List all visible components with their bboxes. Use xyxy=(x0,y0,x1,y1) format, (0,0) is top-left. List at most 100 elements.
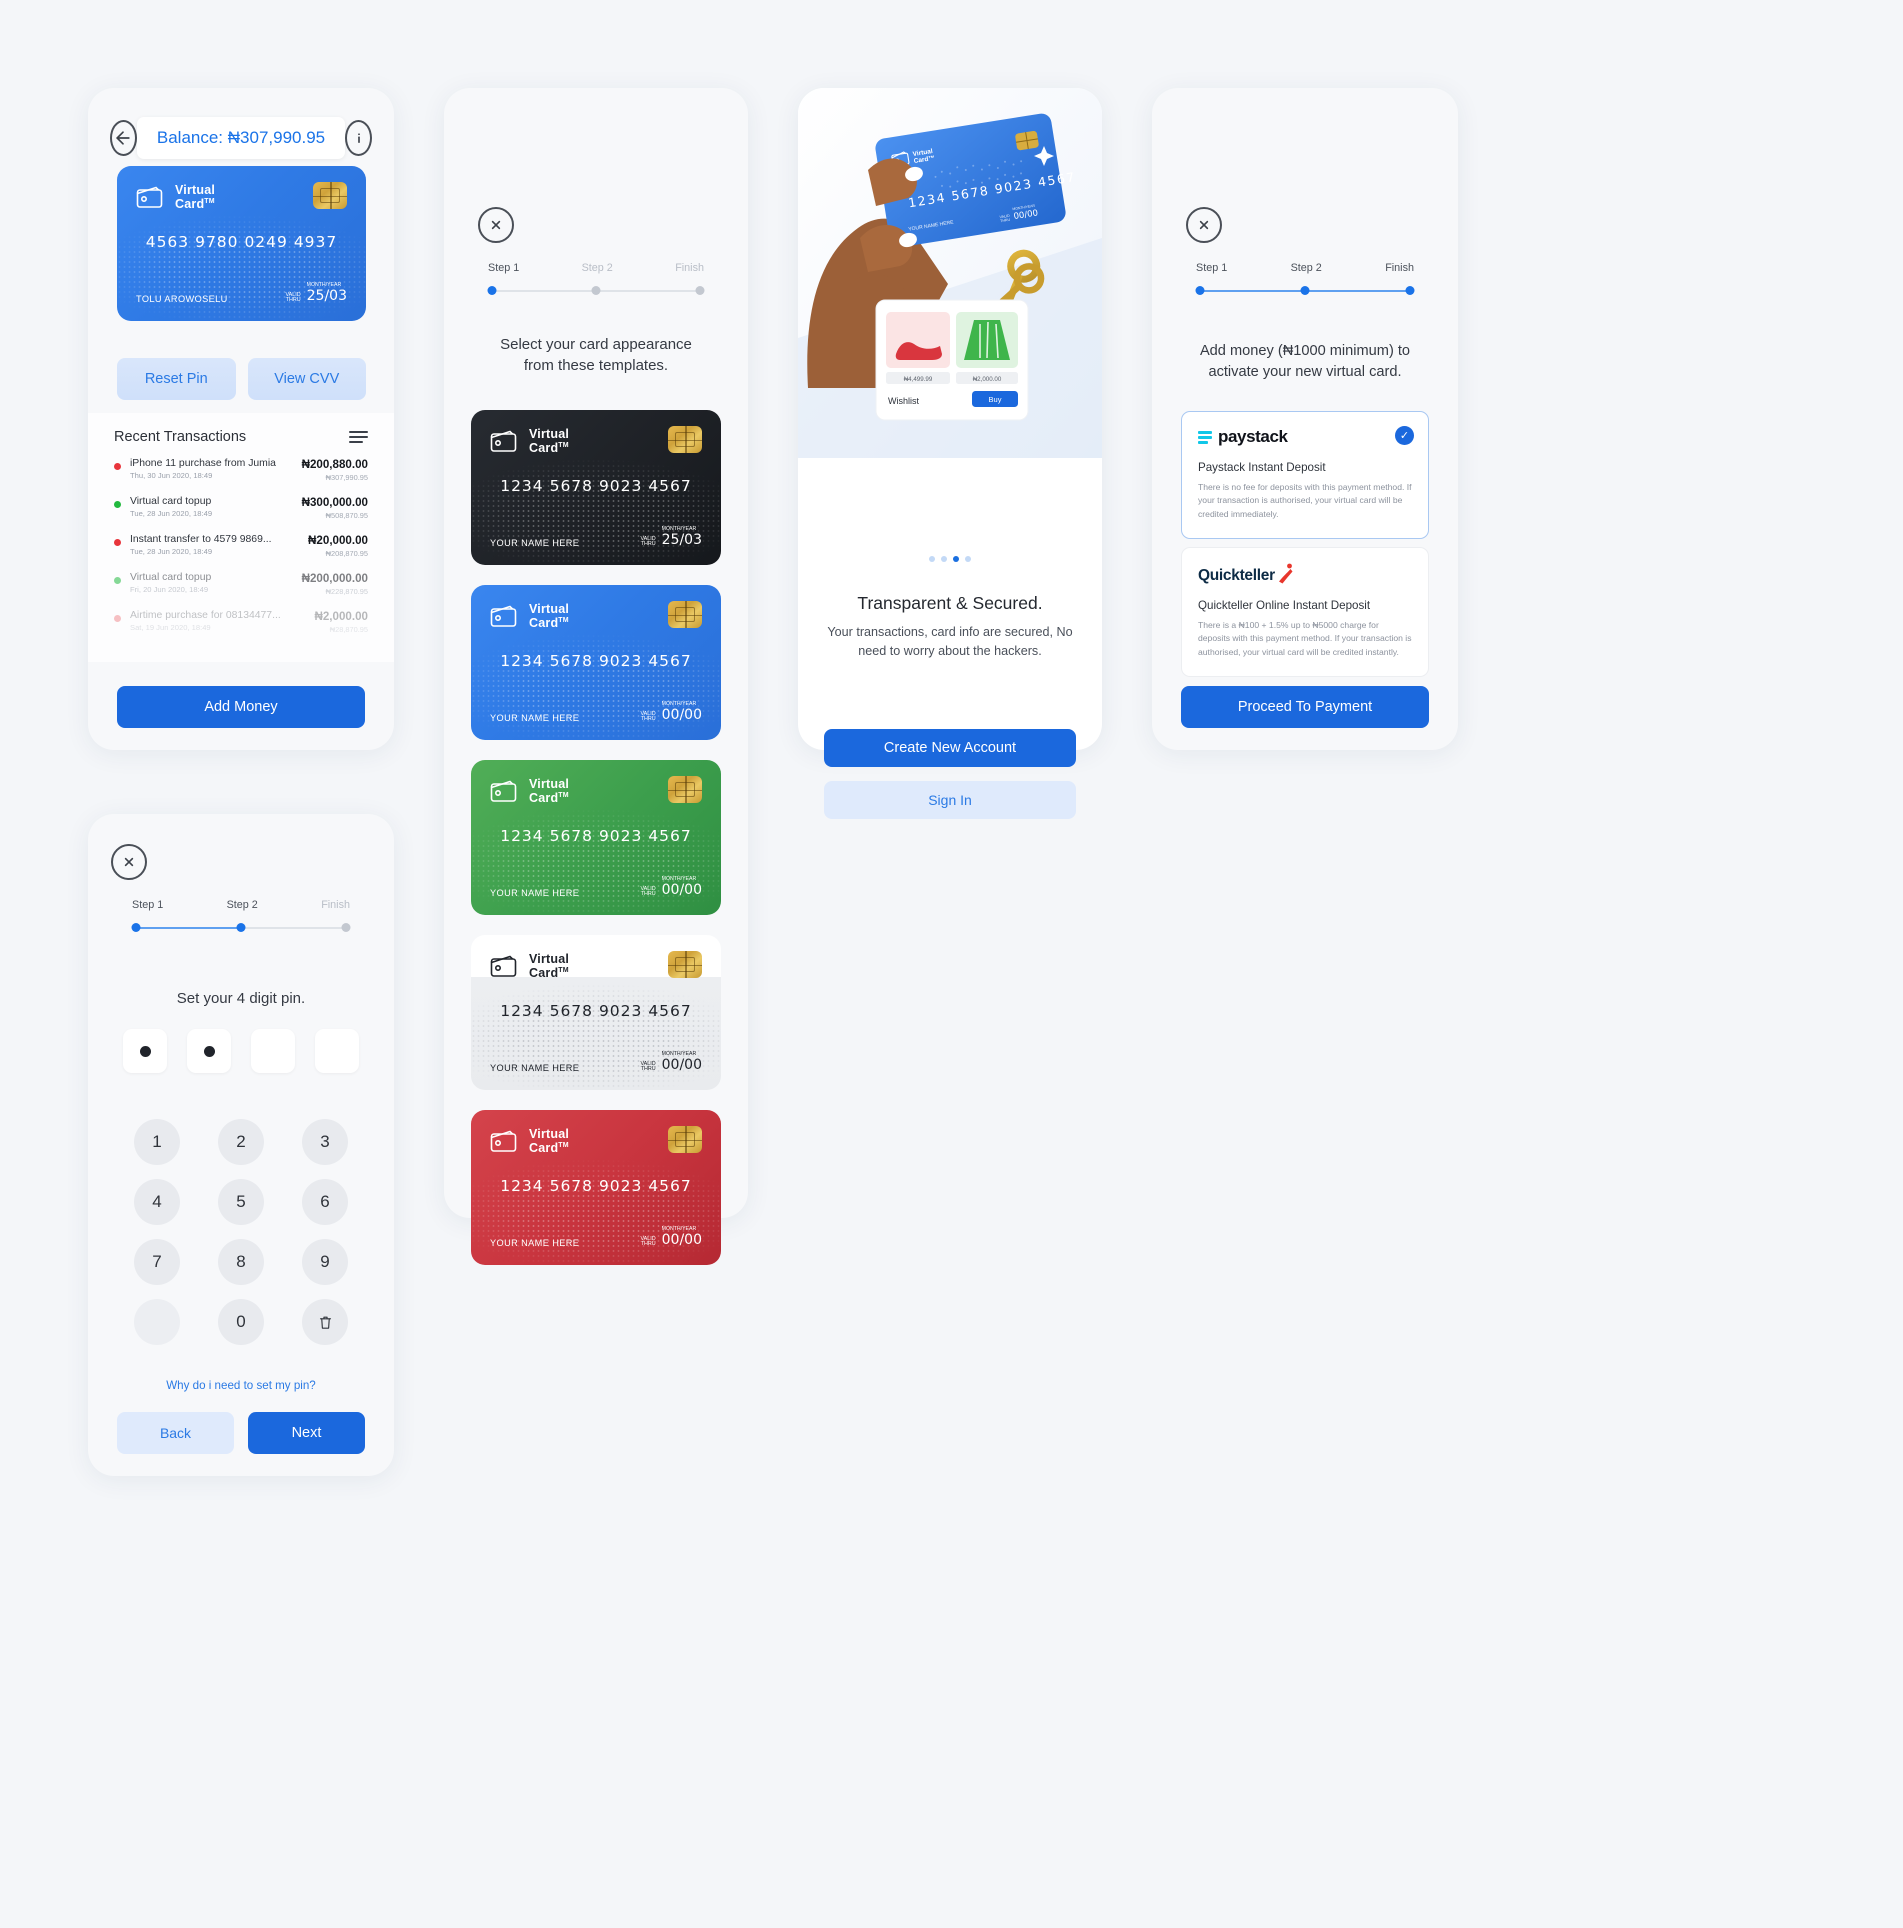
carousel-dot[interactable] xyxy=(941,556,947,562)
card-bottom-row: YOUR NAME HERE VALID THRU MONTH/YEAR 00/00 xyxy=(490,1226,702,1248)
card-template-green[interactable]: Virtual CardTM 1234 5678 9023 4567 YOUR NAM… xyxy=(471,760,721,915)
card-chip-icon xyxy=(668,951,702,978)
transaction-row[interactable]: iPhone 11 purchase from Jumia Thu, 30 Jun… xyxy=(114,458,368,482)
proceed-to-payment-button[interactable]: Proceed To Payment xyxy=(1181,686,1429,728)
keypad-delete-button[interactable] xyxy=(302,1299,348,1345)
filter-icon[interactable] xyxy=(349,431,368,443)
payment-prompt-line1: Add money (₦1000 minimum) to xyxy=(1199,343,1411,359)
keypad-key-5[interactable]: 5 xyxy=(218,1179,264,1225)
keypad-key-2[interactable]: 2 xyxy=(218,1119,264,1165)
keypad-key-9[interactable]: 9 xyxy=(302,1239,348,1285)
view-cvv-button[interactable]: View CVV xyxy=(247,358,366,400)
pin-filled-dot xyxy=(139,1045,151,1057)
carousel-dots[interactable] xyxy=(798,556,1102,562)
card-holder-name: YOUR NAME HERE xyxy=(490,713,580,723)
stepper-node-3[interactable] xyxy=(1405,286,1415,295)
stepper-node-2[interactable] xyxy=(591,286,601,295)
virtual-card[interactable]: Virtual CardTM 4563 9780 0249 4937 TOLU … xyxy=(117,166,366,321)
stepper-node-1[interactable] xyxy=(1195,286,1205,295)
stepper-node-3[interactable] xyxy=(341,923,351,932)
transaction-row[interactable]: Virtual card topup Tue, 28 Jun 2020, 18:4… xyxy=(114,496,368,520)
pin-digit-box[interactable] xyxy=(123,1029,167,1073)
transaction-date: Sat, 19 Jun 2020, 18:49 xyxy=(130,623,211,632)
keypad-key-4[interactable]: 4 xyxy=(134,1179,180,1225)
stepper-node-3[interactable] xyxy=(695,286,705,295)
stepper-labels: Step 1 Step 2 Finish xyxy=(88,899,394,911)
svg-text:Wishlist: Wishlist xyxy=(888,396,919,406)
carousel-dot[interactable] xyxy=(965,556,971,562)
payment-option-paystack[interactable]: ✓ paystack Paystack Instant Deposit Ther… xyxy=(1181,411,1429,539)
stepper-node-1[interactable] xyxy=(487,286,497,295)
card-expiry-value: 25/03 xyxy=(661,532,702,548)
card-brand: Virtual CardTM xyxy=(490,602,569,630)
card-brand-text: Virtual CardTM xyxy=(175,183,216,211)
payment-option-quickteller[interactable]: Quickteller Quickteller Online Instant D… xyxy=(1181,547,1429,677)
quickteller-logo: Quickteller xyxy=(1198,563,1412,585)
payment-option-description: There is a ₦100 + 1.5% up to ₦5000 charg… xyxy=(1198,620,1412,657)
carousel-dot[interactable] xyxy=(953,556,959,562)
keypad-key-6[interactable]: 6 xyxy=(302,1179,348,1225)
pin-footer: Back Next xyxy=(117,1412,365,1454)
transaction-date: Thu, 30 Jun 2020, 18:49 xyxy=(130,471,213,480)
keypad-key-1[interactable]: 1 xyxy=(134,1119,180,1165)
pin-digit-box[interactable] xyxy=(315,1029,359,1073)
card-template-blue[interactable]: Virtual CardTM 1234 5678 9023 4567 YOUR NAM… xyxy=(471,585,721,740)
valid-label-bottom: THRU xyxy=(640,541,656,548)
keypad-key-8[interactable]: 8 xyxy=(218,1239,264,1285)
close-icon[interactable] xyxy=(478,207,514,243)
stepper-track xyxy=(1195,286,1415,295)
hand-holding-card-illustration: Virtual Card™ 1234 5678 9023 4567 YOUR N… xyxy=(798,88,1102,458)
carousel-dot[interactable] xyxy=(929,556,935,562)
keypad-key-7[interactable]: 7 xyxy=(134,1239,180,1285)
card-brand: Virtual CardTM xyxy=(490,952,569,980)
create-new-account-button[interactable]: Create New Account xyxy=(824,729,1076,767)
step-label-1: Step 1 xyxy=(1196,262,1228,274)
pin-input-group[interactable] xyxy=(88,1029,394,1073)
reset-pin-button[interactable]: Reset Pin xyxy=(117,358,236,400)
card-details-screen: Balance: ₦307,990.95 Virtual CardTM 4563 xyxy=(88,88,394,750)
pin-digit-box[interactable] xyxy=(251,1029,295,1073)
card-expiry-group: VALID THRU MONTH/YEAR 00/00 xyxy=(640,876,702,898)
stepper-node-2[interactable] xyxy=(1300,286,1310,295)
valid-label-bottom: THRU xyxy=(285,297,301,304)
back-button[interactable]: Back xyxy=(117,1412,234,1454)
info-icon[interactable] xyxy=(345,120,372,156)
payment-method-screen: Step 1 Step 2 Finish Add money (₦1000 mi… xyxy=(1152,88,1458,750)
card-expiry-value: 00/00 xyxy=(661,707,702,723)
card-expiry-group: VALID THRU MONTH/YEAR 00/00 xyxy=(640,701,702,723)
card-brand: Virtual CardTM xyxy=(490,1127,569,1155)
card-template-black[interactable]: Virtual CardTM 1234 5678 9023 4567 YOUR NAM… xyxy=(471,410,721,565)
card-template-red[interactable]: Virtual CardTM 1234 5678 9023 4567 YOUR NAM… xyxy=(471,1110,721,1265)
valid-label-bottom: THRU xyxy=(640,1241,656,1248)
card-template-white[interactable]: Virtual CardTM 1234 5678 9023 4567 YOUR NAM… xyxy=(471,935,721,1090)
stepper-node-1[interactable] xyxy=(131,923,141,932)
close-icon[interactable] xyxy=(111,844,147,880)
sign-in-button[interactable]: Sign In xyxy=(824,781,1076,819)
card-chip-icon xyxy=(668,776,702,803)
svg-text:₦2,000.00: ₦2,000.00 xyxy=(973,376,1002,383)
close-icon[interactable] xyxy=(1186,207,1222,243)
transaction-info: Virtual card topup Fri, 20 Jun 2020, 18:4… xyxy=(121,572,302,594)
transaction-row[interactable]: Airtime purchase for 08134477... Sat, 19 … xyxy=(114,610,368,634)
card-expiry-value: 25/03 xyxy=(306,288,347,304)
keypad-key-0[interactable]: 0 xyxy=(218,1299,264,1345)
why-set-pin-link[interactable]: Why do i need to set my pin? xyxy=(88,1379,394,1392)
stepper-node-2[interactable] xyxy=(236,923,246,932)
pin-digit-box[interactable] xyxy=(187,1029,231,1073)
transaction-row[interactable]: Instant transfer to 4579 9869... Tue, 28 … xyxy=(114,534,368,558)
back-icon[interactable] xyxy=(110,120,137,156)
step-label-finish: Finish xyxy=(675,262,704,274)
payment-option-title: Quickteller Online Instant Deposit xyxy=(1198,599,1371,612)
add-money-button[interactable]: Add Money xyxy=(117,686,365,728)
card-brand-text: Virtual CardTM xyxy=(529,952,570,980)
card-number: 1234 5678 9023 4567 xyxy=(500,1002,692,1020)
next-button[interactable]: Next xyxy=(248,1412,365,1454)
transaction-row[interactable]: Virtual card topup Fri, 20 Jun 2020, 18:4… xyxy=(114,572,368,596)
keypad-key-3[interactable]: 3 xyxy=(302,1119,348,1165)
card-holder-name: TOLU AROWOSELU xyxy=(136,294,228,304)
card-chip-icon xyxy=(313,182,347,209)
transaction-status-dot xyxy=(114,501,121,508)
transaction-title: Instant transfer to 4579 9869... xyxy=(130,534,272,545)
card-bottom-row: YOUR NAME HERE VALID THRU MONTH/YEAR 25/03 xyxy=(490,526,702,548)
stepper-labels: Step 1 Step 2 Finish xyxy=(1152,262,1458,274)
